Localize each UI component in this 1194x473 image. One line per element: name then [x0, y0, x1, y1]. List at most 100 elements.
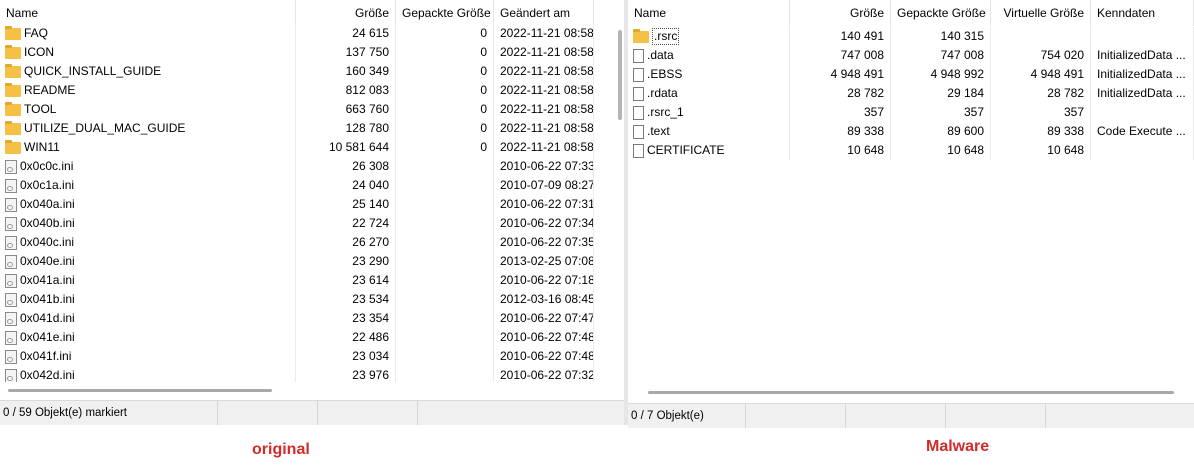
name-cell: 0x041d.ini: [0, 309, 296, 328]
table-row[interactable]: 0x0c1a.ini 24 040 2010-07-09 08:27: [0, 176, 594, 195]
virtual-size-cell: 4 948 491: [991, 65, 1091, 84]
packed-size-cell: 357: [891, 103, 991, 122]
file-name: 0x041f.ini: [20, 349, 72, 363]
size-cell: 10 581 644: [296, 138, 396, 157]
modified-cell: 2010-06-22 07:18: [494, 271, 594, 290]
packed-size-cell: [396, 176, 494, 195]
column-header-packed-size[interactable]: Gepackte Größe: [396, 0, 494, 26]
name-cell: .rsrc_1: [628, 103, 790, 122]
left-column-header: Name Größe Gepackte Größe Geändert am: [0, 0, 594, 26]
table-row[interactable]: 0x0c0c.ini 26 308 2010-06-22 07:33: [0, 157, 594, 176]
packed-size-cell: 29 184: [891, 84, 991, 103]
table-row[interactable]: TOOL 663 760 0 2022-11-21 08:58: [0, 100, 594, 119]
modified-cell: 2010-06-22 07:48: [494, 328, 594, 347]
size-cell: 24 040: [296, 176, 396, 195]
table-row[interactable]: .text 89 338 89 600 89 338 Code Execute ...: [628, 122, 1194, 141]
column-header-packed-size[interactable]: Gepackte Größe: [891, 0, 991, 26]
name-cell: .rsrc: [628, 27, 790, 46]
packed-size-cell: 0: [396, 100, 494, 119]
table-row[interactable]: 0x041b.ini 23 534 2012-03-16 08:45: [0, 290, 594, 309]
column-header-virtual-size[interactable]: Virtuelle Größe: [991, 0, 1091, 26]
table-row[interactable]: .rdata 28 782 29 184 28 782 InitializedData …: [628, 84, 1194, 103]
right-archive-pane: Name Größe Gepackte Größe Virtuelle Größ…: [628, 0, 1194, 428]
column-header-characteristics[interactable]: Kenndaten: [1091, 0, 1194, 26]
packed-size-cell: [396, 347, 494, 366]
name-cell: CERTIFICATE: [628, 141, 790, 160]
column-header-name[interactable]: Name: [628, 0, 790, 26]
table-row[interactable]: 0x041d.ini 23 354 2010-06-22 07:47: [0, 309, 594, 328]
table-row[interactable]: CERTIFICATE 10 648 10 648 10 648: [628, 141, 1194, 160]
modified-cell: 2010-06-22 07:33: [494, 157, 594, 176]
left-horizontal-scrollbar[interactable]: [0, 382, 612, 399]
right-column-header: Name Größe Gepackte Größe Virtuelle Größ…: [628, 0, 1194, 26]
right-status-segment: [746, 404, 846, 428]
size-cell: 22 486: [296, 328, 396, 347]
right-horizontal-scrollbar[interactable]: [628, 384, 1194, 401]
size-cell: 128 780: [296, 119, 396, 138]
column-header-size[interactable]: Größe: [296, 0, 396, 26]
size-cell: 140 491: [790, 27, 891, 46]
file-icon: [633, 86, 644, 101]
size-cell: 26 270: [296, 233, 396, 252]
name-cell: FAQ: [0, 24, 296, 43]
characteristics-cell: InitializedData ...: [1091, 84, 1194, 103]
packed-size-cell: [396, 309, 494, 328]
ini-file-icon: [5, 159, 17, 174]
column-header-size[interactable]: Größe: [790, 0, 891, 26]
column-header-name[interactable]: Name: [0, 0, 296, 26]
file-name: README: [24, 83, 76, 97]
table-row[interactable]: UTILIZE_DUAL_MAC_GUIDE 128 780 0 2022-11-21…: [0, 119, 594, 138]
ini-file-icon: [5, 197, 17, 212]
table-row[interactable]: .data 747 008 747 008 754 020 InitializedDat…: [628, 46, 1194, 65]
size-cell: 24 615: [296, 24, 396, 43]
table-row[interactable]: 0x041e.ini 22 486 2010-06-22 07:48: [0, 328, 594, 347]
name-cell: .text: [628, 122, 790, 141]
packed-size-cell: 0: [396, 43, 494, 62]
table-row[interactable]: 0x040e.ini 23 290 2013-02-25 07:08: [0, 252, 594, 271]
size-cell: 23 534: [296, 290, 396, 309]
name-cell: .rdata: [628, 84, 790, 103]
left-vertical-scroll-thumb[interactable]: [618, 30, 622, 120]
virtual-size-cell: [991, 27, 1091, 46]
table-row[interactable]: 0x040c.ini 26 270 2010-06-22 07:35: [0, 233, 594, 252]
file-name: CERTIFICATE: [647, 143, 725, 157]
right-status-text: 0 / 7 Objekt(e) markiert: [628, 404, 746, 428]
table-row[interactable]: 0x041a.ini 23 614 2010-06-22 07:18: [0, 271, 594, 290]
table-row[interactable]: FAQ 24 615 0 2022-11-21 08:58: [0, 24, 594, 43]
table-row[interactable]: WIN11 10 581 644 0 2022-11-21 08:58: [0, 138, 594, 157]
table-row[interactable]: 0x040b.ini 22 724 2010-06-22 07:34: [0, 214, 594, 233]
packed-size-cell: 0: [396, 24, 494, 43]
name-cell: 0x041e.ini: [0, 328, 296, 347]
size-cell: 28 782: [790, 84, 891, 103]
size-cell: 23 614: [296, 271, 396, 290]
virtual-size-cell: 89 338: [991, 122, 1091, 141]
table-row[interactable]: 0x041f.ini 23 034 2010-06-22 07:48: [0, 347, 594, 366]
modified-cell: 2013-02-25 07:08: [494, 252, 594, 271]
name-cell: 0x040c.ini: [0, 233, 296, 252]
folder-icon: [5, 82, 21, 97]
table-row[interactable]: .EBSS 4 948 491 4 948 992 4 948 491 Initiali…: [628, 65, 1194, 84]
file-name: 0x041d.ini: [20, 311, 75, 325]
file-name: .rdata: [647, 86, 678, 100]
file-name: 0x040e.ini: [20, 254, 75, 268]
table-row[interactable]: .rsrc_1 357 357 357: [628, 103, 1194, 122]
file-name: 0x041a.ini: [20, 273, 75, 287]
packed-size-cell: [396, 252, 494, 271]
file-icon: [633, 124, 644, 139]
column-header-modified[interactable]: Geändert am: [494, 0, 594, 26]
left-status-text: 0 / 59 Objekt(e) markiert: [0, 401, 218, 425]
virtual-size-cell: 357: [991, 103, 1091, 122]
name-cell: ICON: [0, 43, 296, 62]
table-row[interactable]: .rsrc 140 491 140 315: [628, 27, 1194, 46]
name-cell: 0x041a.ini: [0, 271, 296, 290]
size-cell: 10 648: [790, 141, 891, 160]
right-horizontal-scroll-thumb[interactable]: [648, 391, 1174, 394]
left-vertical-scrollbar[interactable]: [612, 0, 624, 380]
file-name: 0x041e.ini: [20, 330, 75, 344]
left-horizontal-scroll-thumb[interactable]: [8, 389, 272, 392]
table-row[interactable]: ICON 137 750 0 2022-11-21 08:58: [0, 43, 594, 62]
table-row[interactable]: 0x040a.ini 25 140 2010-06-22 07:31: [0, 195, 594, 214]
table-row[interactable]: QUICK_INSTALL_GUIDE 160 349 0 2022-11-21 08…: [0, 62, 594, 81]
folder-icon: [5, 120, 21, 135]
table-row[interactable]: README 812 083 0 2022-11-21 08:58: [0, 81, 594, 100]
